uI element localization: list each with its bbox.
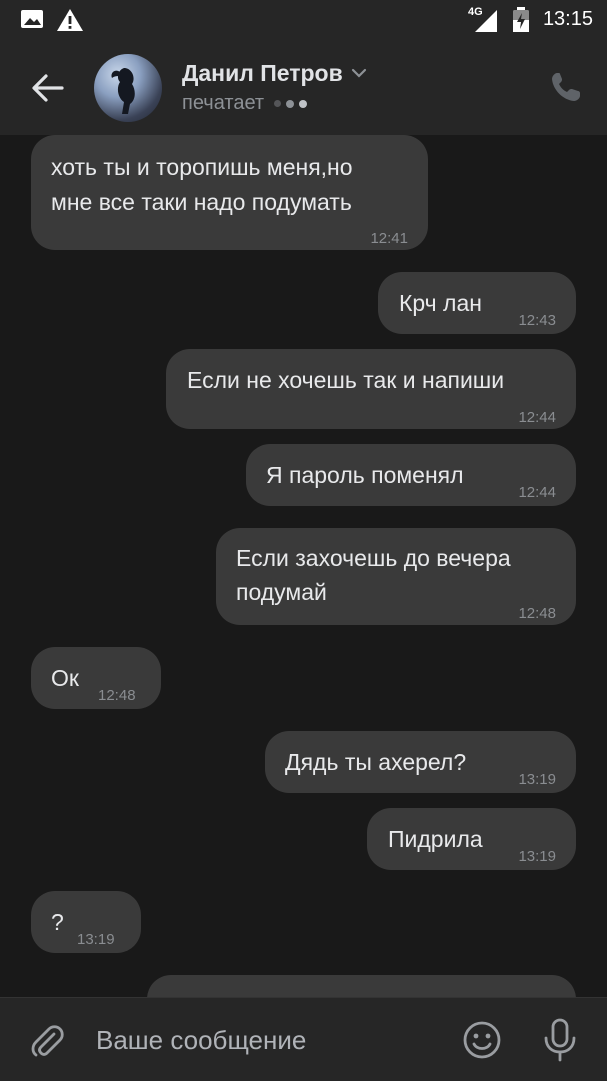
message-time: 13:19 — [77, 931, 115, 948]
message-text-line: хоть ты и торопишь меня,но — [51, 154, 353, 180]
message-text: Крч лан — [399, 290, 482, 316]
outgoing-message-bubble[interactable]: Крч лан 12:43 — [378, 272, 576, 334]
emoji-icon[interactable] — [462, 1020, 502, 1060]
message-text: Пидрила — [388, 826, 483, 852]
message-text: Ок — [51, 665, 79, 691]
chevron-down-icon[interactable] — [351, 68, 367, 78]
message-input[interactable]: Ваше сообщение — [96, 1025, 306, 1056]
message-time: 12:48 — [518, 605, 556, 622]
typing-status: печатает — [182, 92, 312, 115]
contact-name-row[interactable]: Данил Петров — [182, 58, 367, 88]
message-text: ? — [51, 909, 64, 935]
incoming-message-bubble[interactable]: Ок 12:48 — [31, 647, 161, 709]
message-list[interactable]: хоть ты и торопишь меня,но мне все таки … — [0, 135, 607, 997]
status-bar: 4G 13:15 — [0, 0, 607, 40]
message-time: 12:44 — [518, 484, 556, 501]
outgoing-message-bubble[interactable]: Я пароль поменял 12:44 — [246, 444, 576, 506]
avatar[interactable] — [94, 54, 162, 122]
signal-icon — [475, 10, 497, 32]
message-time: 12:44 — [518, 409, 556, 426]
battery-icon — [513, 7, 529, 32]
message-text: Дядь ты ахерел? — [285, 749, 467, 775]
outgoing-message-bubble[interactable]: Если не хочешь так и напиши 12:44 — [166, 349, 576, 429]
message-time: 13:19 — [518, 848, 556, 865]
image-icon — [21, 10, 43, 28]
warning-icon — [57, 9, 83, 31]
message-text-line: мне все таки надо подумать — [51, 189, 352, 215]
outgoing-message-bubble-partial[interactable] — [147, 975, 576, 997]
outgoing-message-bubble[interactable]: Дядь ты ахерел? 13:19 — [265, 731, 576, 793]
typing-status-label: печатает — [182, 92, 265, 114]
message-text-line: подумай — [236, 579, 327, 605]
back-arrow-icon[interactable] — [28, 70, 68, 106]
incoming-message-bubble[interactable]: хоть ты и торопишь меня,но мне все таки … — [31, 135, 428, 250]
outgoing-message-bubble[interactable]: Если захочешь до вечера подумай 12:48 — [216, 528, 576, 625]
message-time: 12:41 — [370, 230, 408, 247]
chat-header: Данил Петров печатает — [0, 40, 607, 135]
avatar-silhouette-icon — [111, 68, 135, 114]
microphone-icon[interactable] — [542, 1018, 578, 1062]
message-text: Если не хочешь так и напиши — [187, 367, 505, 393]
incoming-message-bubble[interactable]: ? 13:19 — [31, 891, 141, 953]
typing-dots-icon — [274, 99, 312, 108]
phone-call-icon[interactable] — [549, 70, 583, 104]
message-text: Я пароль поменял — [266, 462, 464, 488]
message-time: 13:19 — [518, 771, 556, 788]
message-input-bar: Ваше сообщение — [0, 997, 607, 1081]
message-time: 12:43 — [518, 312, 556, 329]
paperclip-icon[interactable] — [28, 1022, 66, 1060]
status-time: 13:15 — [542, 8, 593, 30]
contact-name[interactable]: Данил Петров — [182, 60, 343, 87]
message-text-line: Если захочешь до вечера — [236, 545, 511, 571]
outgoing-message-bubble[interactable]: Пидрила 13:19 — [367, 808, 576, 870]
message-time: 12:48 — [98, 687, 136, 704]
